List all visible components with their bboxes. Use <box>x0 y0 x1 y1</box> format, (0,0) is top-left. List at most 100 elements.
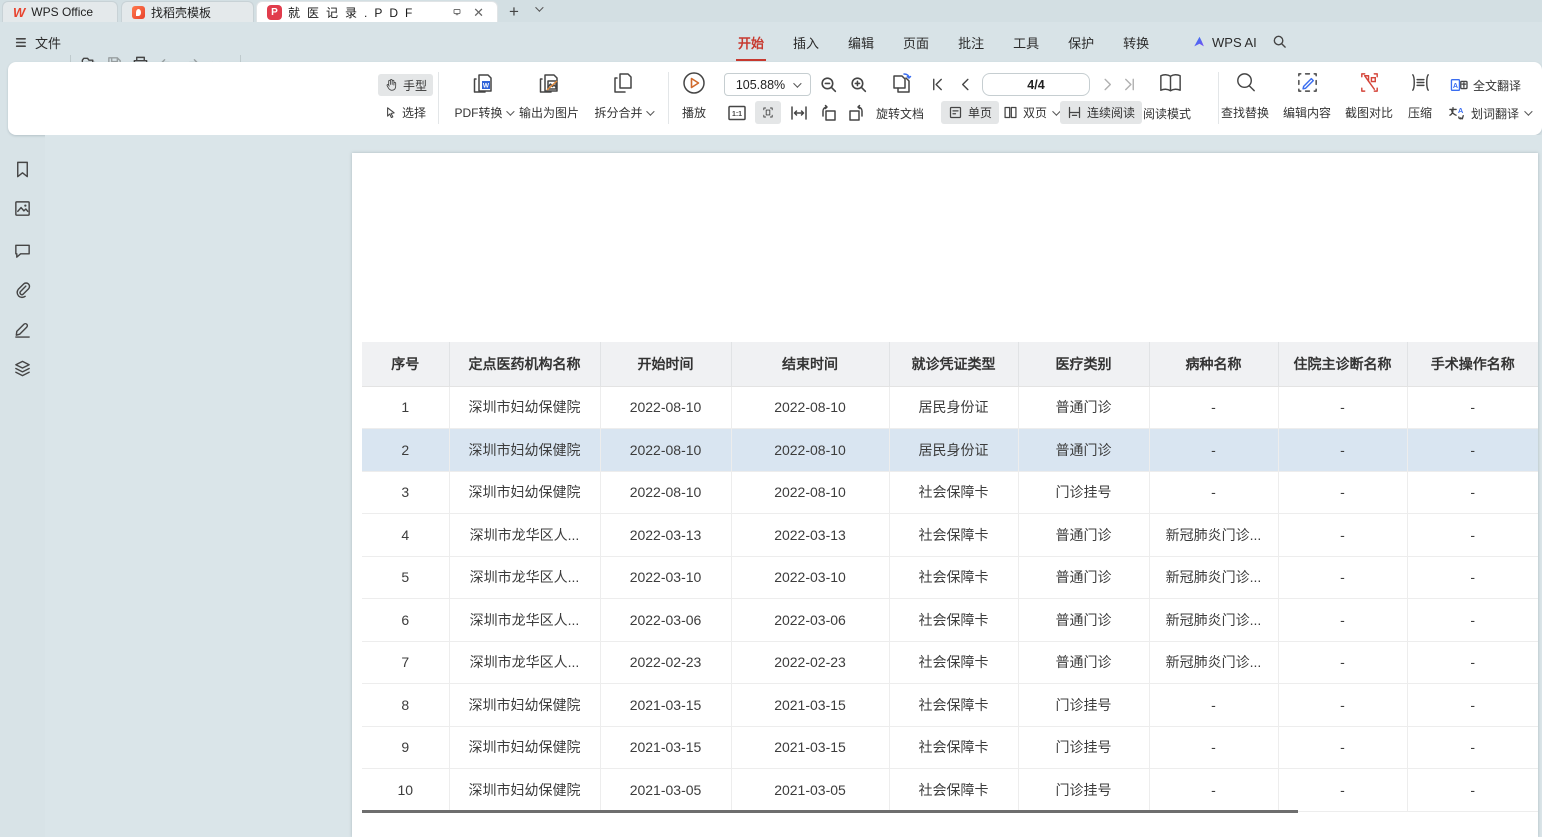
last-page-icon[interactable] <box>1122 77 1137 92</box>
table-cell: 8 <box>362 684 449 727</box>
menu-wps-ai[interactable]: WPS AI <box>1192 22 1257 62</box>
menu-page[interactable]: 页面 <box>903 33 929 52</box>
table-row: 4深圳市龙华区人...2022-03-132022-03-13社会保障卡普通门诊… <box>362 514 1538 557</box>
table-row: 6深圳市龙华区人...2022-03-062022-03-06社会保障卡普通门诊… <box>362 599 1538 642</box>
find-replace-button[interactable]: 查找替换 <box>1214 67 1276 125</box>
table-cell: - <box>1407 471 1538 514</box>
table-cell: 深圳市妇幼保健院 <box>449 386 600 429</box>
tab-docer-templates[interactable]: 找稻壳模板 <box>121 1 254 22</box>
read-mode-label[interactable]: 阅读模式 <box>1143 105 1191 122</box>
table-row: 2深圳市妇幼保健院2022-08-102022-08-10居民身份证普通门诊--… <box>362 429 1538 472</box>
zoom-level-combobox[interactable]: 105.88% <box>724 73 811 96</box>
table-cell: 深圳市龙华区人... <box>449 514 600 557</box>
tab-wps-office[interactable]: W WPS Office <box>2 1 118 22</box>
screenshot-compare-button[interactable]: 截图对比 <box>1338 67 1400 125</box>
full-translate-icon: A <box>1450 77 1468 93</box>
export-image-button[interactable]: 输出为图片 <box>507 67 591 125</box>
menu-insert[interactable]: 插入 <box>793 33 819 52</box>
attachment-icon[interactable] <box>13 280 32 299</box>
page-number-input[interactable]: 4/4 <box>982 73 1090 96</box>
table-cell: - <box>1278 726 1407 769</box>
table-cell: 2022-08-10 <box>731 429 889 472</box>
close-tab-icon[interactable]: ✕ <box>470 6 487 19</box>
table-cell: 5 <box>362 556 449 599</box>
fit-width-icon[interactable] <box>789 103 809 123</box>
table-row: 7深圳市龙华区人...2022-02-232022-02-23社会保障卡普通门诊… <box>362 641 1538 684</box>
rotate-doc-label[interactable]: 旋转文档 <box>876 105 924 122</box>
screen-mode-icon[interactable] <box>450 5 464 19</box>
menu-search-icon[interactable] <box>1272 34 1287 49</box>
actual-size-icon[interactable]: 1:1 <box>727 103 747 123</box>
hand-tool-button[interactable]: 手型 <box>378 74 433 96</box>
medical-records-table: 序号定点医药机构名称开始时间结束时间就诊凭证类型医疗类别病种名称住院主诊断名称手… <box>362 342 1538 812</box>
new-tab-icon[interactable]: + <box>509 2 519 22</box>
table-cell: 2022-03-13 <box>600 514 731 557</box>
table-cell: 深圳市妇幼保健院 <box>449 684 600 727</box>
table-cell: 2022-03-13 <box>731 514 889 557</box>
table-cell: 普通门诊 <box>1018 599 1149 642</box>
menu-home[interactable]: 开始 <box>738 33 764 52</box>
table-cell: - <box>1149 726 1278 769</box>
table-header-cell: 医疗类别 <box>1018 342 1149 386</box>
layers-icon[interactable] <box>13 359 32 378</box>
rotate-pages-icon[interactable] <box>886 70 914 98</box>
table-cell: 社会保障卡 <box>889 599 1018 642</box>
previous-page-icon[interactable] <box>958 77 973 92</box>
tab-document-pdf[interactable]: P 就医记录.PDF ✕ <box>256 1 498 22</box>
tab-list-chevron-icon[interactable] <box>535 3 543 11</box>
double-page-button[interactable]: 双页 <box>996 101 1065 124</box>
table-cell: 新冠肺炎门诊... <box>1149 514 1278 557</box>
svg-text:A: A <box>1453 82 1458 90</box>
single-page-button[interactable]: 单页 <box>941 101 999 124</box>
edit-content-button[interactable]: 编辑内容 <box>1276 67 1338 125</box>
menu-comment[interactable]: 批注 <box>958 33 984 52</box>
hamburger-menu-icon <box>14 34 31 51</box>
file-menu-button[interactable]: 文件 <box>14 33 61 52</box>
table-header-cell: 序号 <box>362 342 449 386</box>
split-merge-button[interactable]: 拆分合并 <box>581 67 665 125</box>
signature-pen-icon[interactable] <box>13 319 32 338</box>
menu-tools[interactable]: 工具 <box>1013 33 1039 52</box>
table-cell: 2021-03-05 <box>731 769 889 812</box>
table-cell: 2022-03-10 <box>731 556 889 599</box>
rotate-left-icon[interactable] <box>818 103 838 123</box>
zoom-in-icon[interactable] <box>849 75 868 94</box>
menu-protect[interactable]: 保护 <box>1068 33 1094 52</box>
table-cell: 深圳市龙华区人... <box>449 599 600 642</box>
table-cell: 门诊挂号 <box>1018 684 1149 727</box>
rotate-right-icon[interactable] <box>847 103 867 123</box>
table-cell: 2021-03-05 <box>600 769 731 812</box>
document-side-panel <box>0 135 45 837</box>
comment-icon[interactable] <box>13 241 32 260</box>
table-cell: 深圳市龙华区人... <box>449 641 600 684</box>
table-cell: 社会保障卡 <box>889 726 1018 769</box>
table-header-cell: 住院主诊断名称 <box>1278 342 1407 386</box>
thumbnail-icon[interactable] <box>13 199 32 218</box>
table-cell: 普通门诊 <box>1018 641 1149 684</box>
table-cell: - <box>1407 429 1538 472</box>
menu-edit[interactable]: 编辑 <box>848 33 874 52</box>
select-tool-button[interactable]: 选择 <box>378 101 432 123</box>
next-page-icon[interactable] <box>1100 77 1115 92</box>
menu-convert[interactable]: 转换 <box>1123 33 1149 52</box>
compress-button[interactable]: 压缩 <box>1398 67 1442 125</box>
table-row: 10深圳市妇幼保健院2021-03-052021-03-05社会保障卡门诊挂号-… <box>362 769 1538 812</box>
document-viewport[interactable]: 序号定点医药机构名称开始时间结束时间就诊凭证类型医疗类别病种名称住院主诊断名称手… <box>45 135 1542 837</box>
fit-page-button[interactable] <box>755 101 781 124</box>
table-cell: 社会保障卡 <box>889 514 1018 557</box>
play-button[interactable]: 播放 <box>672 67 716 125</box>
chevron-down-icon <box>646 107 654 115</box>
table-header-cell: 结束时间 <box>731 342 889 386</box>
bookmark-icon[interactable] <box>13 160 32 179</box>
full-translate-button[interactable]: A 全文翻译 <box>1444 74 1527 96</box>
table-cell: - <box>1149 386 1278 429</box>
word-translate-button[interactable]: A 划词翻译 <box>1442 102 1536 124</box>
first-page-icon[interactable] <box>930 77 945 92</box>
table-cell: - <box>1278 471 1407 514</box>
read-mode-icon[interactable] <box>1157 70 1184 97</box>
zoom-out-icon[interactable] <box>819 75 838 94</box>
table-cell: 新冠肺炎门诊... <box>1149 556 1278 599</box>
table-cell: 普通门诊 <box>1018 556 1149 599</box>
continuous-read-button[interactable]: 连续阅读 <box>1060 101 1142 124</box>
table-cell: - <box>1407 514 1538 557</box>
